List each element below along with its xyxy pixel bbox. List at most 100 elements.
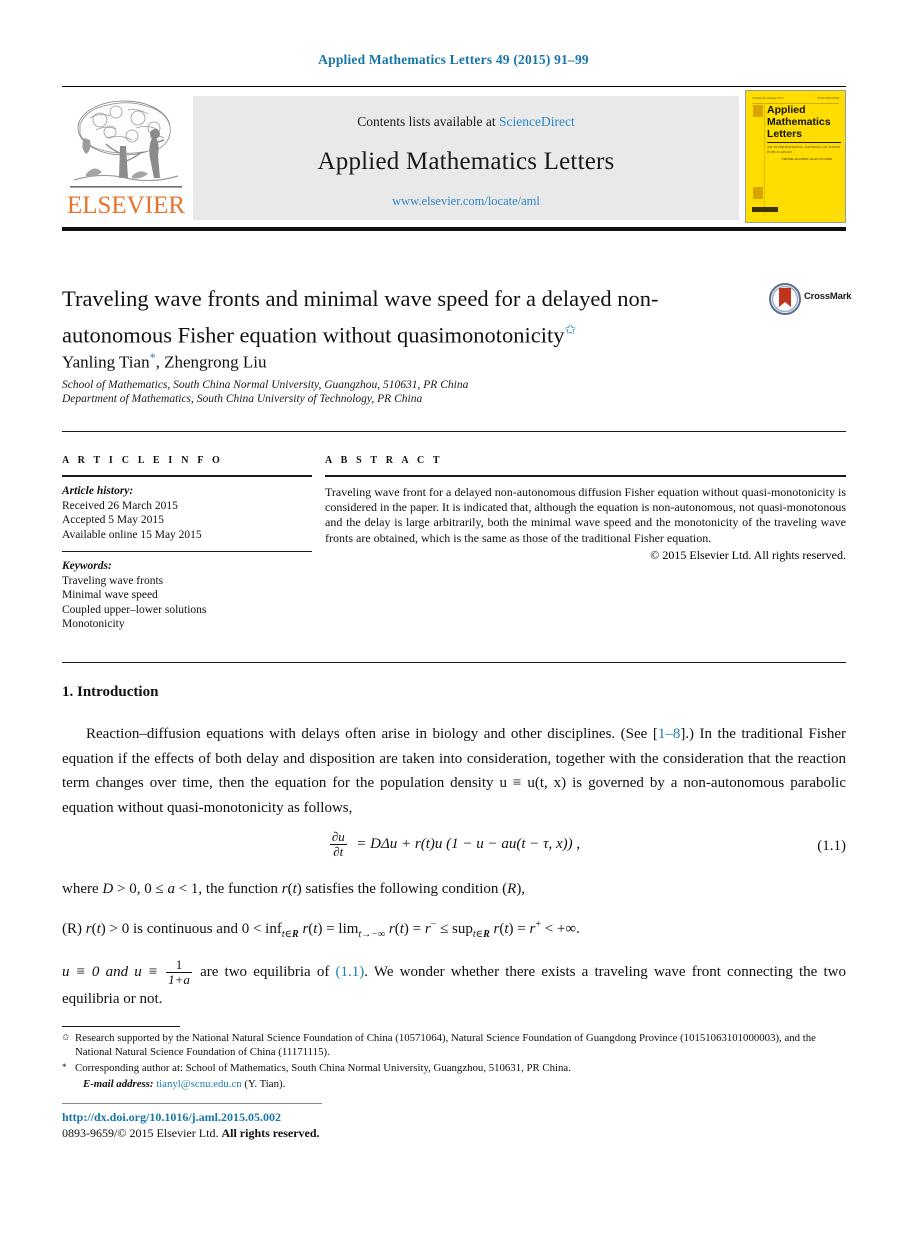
section-heading-introduction: 1. Introduction bbox=[62, 684, 159, 700]
affiliations: School of Mathematics, South China Norma… bbox=[62, 378, 762, 406]
cover-bottom-box bbox=[752, 207, 778, 212]
journal-homepage-link[interactable]: www.elsevier.com/locate/aml bbox=[193, 194, 739, 209]
email-label: E-mail address: bbox=[83, 1078, 154, 1090]
elsevier-tree-icon bbox=[70, 100, 182, 188]
abstract-text: Traveling wave front for a delayed non-a… bbox=[325, 485, 846, 545]
funding-marker: ✩ bbox=[62, 1032, 70, 1042]
equation-1-1-body: ∂u ∂t = DΔu + r(t)u (1 − u − au(t − τ, x… bbox=[62, 830, 846, 859]
crossmark-badge[interactable]: CrossMark bbox=[769, 283, 852, 317]
cover-topbar: Volume 49 January 2015 ISSN 0893-9659 bbox=[752, 96, 839, 104]
journal-cover-thumbnail: Volume 49 January 2015 ISSN 0893-9659 Ap… bbox=[745, 90, 846, 223]
author-secondary: , Zhengrong Liu bbox=[155, 352, 267, 372]
cover-subtitle: AN INTERNATIONAL JOURNAL OF RAPID PUBLIC… bbox=[767, 145, 841, 154]
rights-text: All rights reserved. bbox=[221, 1126, 320, 1140]
cover-issn: ISSN 0893-9659 bbox=[817, 96, 839, 100]
keyword-item: Traveling wave fronts bbox=[62, 574, 164, 587]
intro-paragraph-3-condition-R: (R) r(t) > 0 is continuous and 0 < inft∈… bbox=[62, 913, 846, 948]
header-divider-rule bbox=[62, 431, 846, 432]
intro-paragraph-2: where D > 0, 0 ≤ a < 1, the function r(t… bbox=[62, 877, 846, 902]
keyword-item: Coupled upper–lower solutions bbox=[62, 603, 207, 616]
journal-masthead: ELSEVIER Contents lists available at Sci… bbox=[62, 86, 846, 231]
equilibrium-fraction: 1 1+a bbox=[166, 958, 192, 987]
email-address-link[interactable]: tianyl@scnu.edu.cn bbox=[156, 1078, 242, 1090]
equilibria-mid: are two equilibria of bbox=[193, 963, 336, 980]
history-accepted: Accepted 5 May 2015 bbox=[62, 514, 164, 526]
intro-paragraph-1: Reaction–diffusion equations with delays… bbox=[62, 722, 846, 820]
footnote-email: E-mail address: tianyl@scnu.edu.cn (Y. T… bbox=[62, 1077, 846, 1091]
abstract-heading: A B S T R A C T bbox=[325, 455, 443, 466]
keywords-rule bbox=[62, 551, 312, 552]
author-primary: Yanling Tian bbox=[62, 352, 150, 372]
contents-available-line: Contents lists available at ScienceDirec… bbox=[193, 114, 739, 130]
keywords-block: Keywords: Traveling wave fronts Minimal … bbox=[62, 559, 312, 632]
history-online: Available online 15 May 2015 bbox=[62, 528, 202, 541]
abstract-copyright: © 2015 Elsevier Ltd. All rights reserved… bbox=[650, 547, 846, 562]
crossmark-icon[interactable] bbox=[769, 283, 801, 315]
masthead-bottom-rule bbox=[62, 227, 846, 231]
masthead-banner: Contents lists available at ScienceDirec… bbox=[193, 96, 739, 220]
abstract-bottom-rule bbox=[62, 662, 846, 663]
article-title: Traveling wave fronts and minimal wave s… bbox=[62, 283, 762, 352]
fraction-denominator: ∂t bbox=[333, 844, 344, 859]
cover-title-line2: Mathematics bbox=[767, 116, 831, 128]
history-received: Received 26 March 2015 bbox=[62, 499, 178, 512]
condition-R-text: (R) r(t) > 0 is continuous and 0 < inft∈… bbox=[62, 919, 580, 940]
equation-rhs: = DΔu + r(t)u (1 − u − au(t − τ, x)) , bbox=[352, 835, 581, 852]
cover-title: Applied Mathematics Letters bbox=[767, 104, 843, 140]
email-owner: (Y. Tian). bbox=[244, 1078, 286, 1090]
keywords-label: Keywords: bbox=[62, 560, 112, 572]
fraction-numerator: ∂u bbox=[329, 829, 347, 845]
journal-title: Applied Mathematics Letters bbox=[317, 148, 615, 175]
article-info-rule bbox=[62, 475, 312, 477]
equilibrium-numerator: 1 bbox=[166, 958, 192, 973]
cover-elsevier-mark-top bbox=[753, 105, 763, 117]
issn-copyright-line: 0893-9659/© 2015 Elsevier Ltd. All right… bbox=[62, 1126, 320, 1141]
cover-editors: EDITOR-IN-CHIEF: ALAN TUCKER bbox=[781, 157, 833, 161]
equilibrium-denominator: 1+a bbox=[168, 972, 190, 987]
intro-paragraph-4: u ≡ 0 and u ≡ 1 1+a are two equilibria of… bbox=[62, 958, 846, 1012]
corresponding-text: Corresponding author at: School of Mathe… bbox=[75, 1062, 571, 1074]
footer-rule bbox=[62, 1103, 322, 1104]
paper-page: Applied Mathematics Letters 49 (2015) 91… bbox=[0, 0, 907, 1238]
masthead-top-rule bbox=[62, 86, 846, 87]
cover-title-line3: Letters bbox=[767, 128, 803, 140]
footnote-corresponding-author: * Corresponding author at: School of Mat… bbox=[62, 1061, 846, 1075]
footnote-funding: ✩ Research supported by the National Nat… bbox=[62, 1031, 846, 1059]
keyword-item: Minimal wave speed bbox=[62, 589, 158, 601]
cover-rule bbox=[767, 142, 841, 143]
article-history-label: Article history: bbox=[62, 485, 134, 497]
cover-volume: Volume 49 January 2015 bbox=[752, 96, 784, 100]
partial-derivative-fraction: ∂u ∂t bbox=[329, 829, 347, 859]
affiliation-2: Department of Mathematics, South China U… bbox=[62, 393, 423, 405]
funding-text: Research supported by the National Natur… bbox=[75, 1032, 816, 1058]
crossmark-label: CrossMark bbox=[804, 291, 852, 302]
keyword-item: Monotonicity bbox=[62, 618, 125, 630]
equilibria-lead: u ≡ 0 and u ≡ bbox=[62, 963, 165, 980]
doi-link[interactable]: http://dx.doi.org/10.1016/j.aml.2015.05.… bbox=[62, 1110, 281, 1125]
article-info-heading: A R T I C L E I N F O bbox=[62, 455, 223, 466]
footnotes-block: ✩ Research supported by the National Nat… bbox=[62, 1031, 846, 1091]
cover-elsevier-mark-bottom bbox=[753, 187, 763, 199]
intro-p1-part-a: Reaction–diffusion equations with delays… bbox=[86, 726, 653, 742]
title-footnote-marker[interactable]: ✩ bbox=[564, 323, 576, 338]
corresponding-marker: * bbox=[62, 1062, 67, 1072]
contents-prefix: Contents lists available at bbox=[357, 114, 499, 129]
running-head: Applied Mathematics Letters 49 (2015) 91… bbox=[318, 52, 589, 67]
issn-number: 0893-9659/ bbox=[62, 1126, 118, 1140]
equation-number: (1.1) bbox=[817, 838, 846, 854]
footnote-separator-rule bbox=[62, 1026, 180, 1027]
article-title-text: Traveling wave fronts and minimal wave s… bbox=[62, 286, 659, 348]
article-info-column: A R T I C L E I N F O Article history: R… bbox=[62, 455, 312, 632]
article-history: Article history: Received 26 March 2015 … bbox=[62, 484, 312, 542]
condition-intro-text: where D > 0, 0 ≤ a < 1, the function r(t… bbox=[62, 881, 526, 897]
affiliation-1: School of Mathematics, South China Norma… bbox=[62, 379, 469, 391]
elsevier-wordmark: ELSEVIER bbox=[66, 192, 186, 219]
cover-title-line1: Applied bbox=[767, 104, 806, 116]
equation-ref-link[interactable]: (1.1) bbox=[335, 964, 364, 980]
sciencedirect-link[interactable]: ScienceDirect bbox=[499, 114, 575, 129]
elsevier-logo: ELSEVIER bbox=[62, 94, 190, 222]
reference-link-1-8[interactable]: 1–8 bbox=[658, 726, 681, 742]
abstract-column: A B S T R A C T Traveling wave front for… bbox=[325, 455, 846, 563]
author-list: Yanling Tian*, Zhengrong Liu bbox=[62, 350, 267, 373]
abstract-rule bbox=[325, 475, 846, 477]
